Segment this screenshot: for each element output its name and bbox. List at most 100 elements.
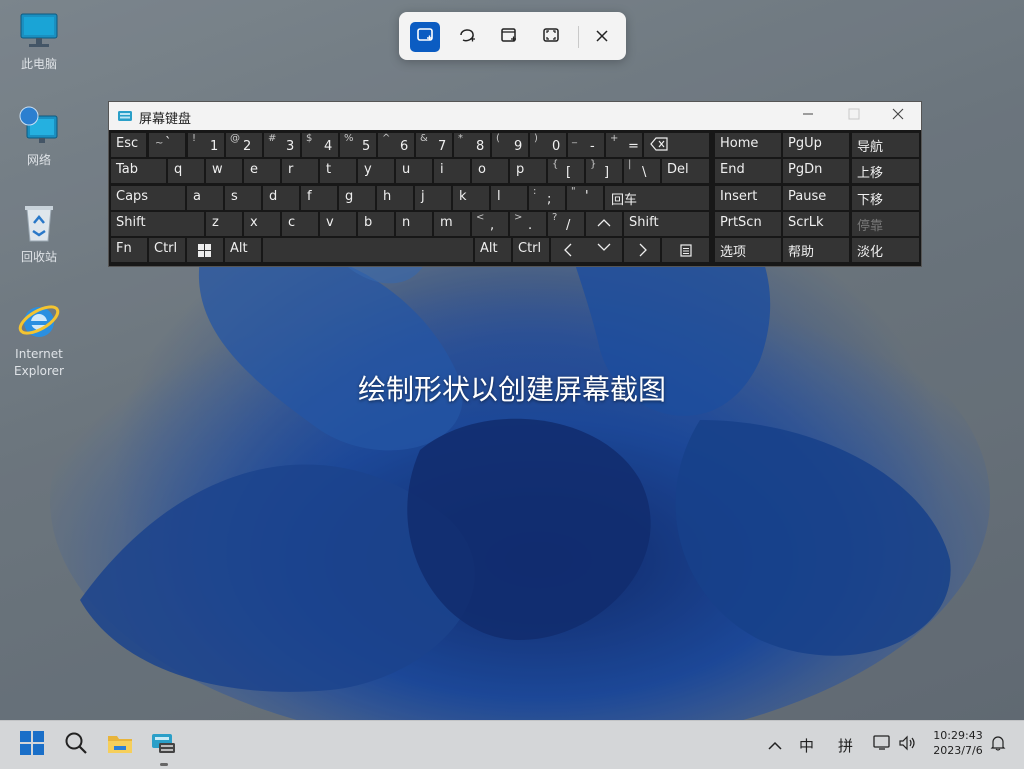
key-o[interactable]: o: [472, 159, 508, 183]
key-b[interactable]: b: [358, 212, 394, 236]
key-w[interactable]: w: [206, 159, 242, 183]
key-q[interactable]: q: [168, 159, 204, 183]
close-snip-button[interactable]: [587, 22, 617, 52]
key-0[interactable]: ) 0: [530, 133, 566, 157]
key-a[interactable]: a: [187, 186, 223, 210]
key-5[interactable]: % 5: [340, 133, 376, 157]
key-scrlk[interactable]: ScrLk: [783, 212, 849, 236]
file-explorer-button[interactable]: [104, 729, 136, 761]
window-snip-button[interactable]: [494, 22, 524, 52]
key-2[interactable]: @2: [226, 133, 262, 157]
on-screen-keyboard-button[interactable]: [148, 729, 180, 766]
key-dock[interactable]: 停靠: [852, 212, 919, 236]
key-p[interactable]: p: [510, 159, 546, 183]
key-ctrl-left[interactable]: Ctrl: [149, 238, 185, 262]
key-help[interactable]: 帮助: [783, 238, 849, 262]
key-options[interactable]: 选项: [715, 238, 781, 262]
key-backtick[interactable]: ~ `: [149, 133, 185, 157]
key-m[interactable]: m: [434, 212, 470, 236]
key-alt-left[interactable]: Alt: [225, 238, 261, 262]
key-insert[interactable]: Insert: [715, 186, 781, 210]
key-nav[interactable]: 导航: [852, 133, 919, 157]
desktop-icon-network[interactable]: 网络: [10, 104, 68, 169]
key-arrow-up[interactable]: [586, 212, 622, 236]
key-windows[interactable]: [187, 238, 223, 262]
key-menu[interactable]: [662, 238, 709, 262]
key-space[interactable]: [263, 238, 473, 262]
key-fade[interactable]: 淡化: [852, 238, 919, 262]
key-minus[interactable]: _ -: [568, 133, 604, 157]
key-h[interactable]: h: [377, 186, 413, 210]
ime-name-indicator[interactable]: 拼: [838, 735, 853, 756]
search-button[interactable]: [60, 729, 92, 761]
key-enter[interactable]: 回车: [605, 186, 709, 210]
key-x[interactable]: x: [244, 212, 280, 236]
key-z[interactable]: z: [206, 212, 242, 236]
key-e[interactable]: e: [244, 159, 280, 183]
key-prtscn[interactable]: PrtScn: [715, 212, 781, 236]
key-l[interactable]: l: [491, 186, 527, 210]
key-shift-right[interactable]: Shift: [624, 212, 709, 236]
rectangle-snip-button[interactable]: [410, 22, 440, 52]
key-1[interactable]: ! 1: [188, 133, 224, 157]
key-7[interactable]: & 7: [416, 133, 452, 157]
key-fn[interactable]: Fn: [111, 238, 147, 262]
key-equal[interactable]: + =: [606, 133, 642, 157]
key-left-bracket[interactable]: {[: [548, 159, 584, 183]
fullscreen-snip-button[interactable]: [536, 22, 566, 52]
key-s[interactable]: s: [225, 186, 261, 210]
key-semicolon[interactable]: :;: [529, 186, 565, 210]
close-window-button[interactable]: [875, 102, 921, 130]
key-pgup[interactable]: PgUp: [783, 133, 849, 157]
desktop-icon-recycle-bin[interactable]: 回收站: [10, 201, 68, 266]
notification-button[interactable]: [986, 729, 1010, 761]
key-del[interactable]: Del: [662, 159, 709, 183]
key-v[interactable]: v: [320, 212, 356, 236]
key-g[interactable]: g: [339, 186, 375, 210]
key-t[interactable]: t: [320, 159, 356, 183]
key-esc[interactable]: Esc: [111, 133, 146, 157]
key-6[interactable]: ^ 6: [378, 133, 414, 157]
ime-mode-indicator[interactable]: 中: [799, 735, 814, 756]
network-status-button[interactable]: [870, 729, 894, 761]
key-j[interactable]: j: [415, 186, 451, 210]
key-r[interactable]: r: [282, 159, 318, 183]
key-alt-right[interactable]: Alt: [475, 238, 511, 262]
volume-button[interactable]: [896, 729, 920, 761]
key-8[interactable]: * 8: [454, 133, 490, 157]
key-move-down[interactable]: 下移: [852, 186, 919, 210]
key-quote[interactable]: " ': [567, 186, 603, 210]
start-button[interactable]: [16, 729, 48, 761]
key-shift-left[interactable]: Shift: [111, 212, 204, 236]
key-arrow-left[interactable]: [551, 238, 587, 262]
key-tab[interactable]: Tab: [111, 159, 166, 183]
key-n[interactable]: n: [396, 212, 432, 236]
key-k[interactable]: k: [453, 186, 489, 210]
key-3[interactable]: #3: [264, 133, 300, 157]
key-4[interactable]: $4: [302, 133, 338, 157]
key-arrow-right[interactable]: [624, 238, 660, 262]
key-period[interactable]: >.: [510, 212, 546, 236]
key-y[interactable]: y: [358, 159, 394, 183]
key-f[interactable]: f: [301, 186, 337, 210]
key-arrow-down[interactable]: [586, 238, 622, 262]
desktop-icon-this-pc[interactable]: 此电脑: [10, 8, 68, 73]
key-home[interactable]: Home: [715, 133, 781, 157]
key-pgdn[interactable]: PgDn: [783, 159, 849, 183]
minimize-button[interactable]: [785, 102, 831, 130]
key-9[interactable]: (9: [492, 133, 528, 157]
key-caps[interactable]: Caps: [111, 186, 185, 210]
key-ctrl-right[interactable]: Ctrl: [513, 238, 549, 262]
key-i[interactable]: i: [434, 159, 470, 183]
key-right-bracket[interactable]: }]: [586, 159, 622, 183]
key-end[interactable]: End: [715, 159, 781, 183]
osk-title-bar[interactable]: 屏幕键盘: [109, 102, 921, 130]
key-pause[interactable]: Pause: [783, 186, 849, 210]
maximize-button[interactable]: [831, 102, 877, 130]
key-backspace[interactable]: [644, 133, 709, 157]
key-comma[interactable]: <,: [472, 212, 508, 236]
show-hidden-icons-button[interactable]: [760, 729, 790, 761]
key-backslash[interactable]: | \: [624, 159, 660, 183]
key-d[interactable]: d: [263, 186, 299, 210]
key-slash[interactable]: ? /: [548, 212, 584, 236]
